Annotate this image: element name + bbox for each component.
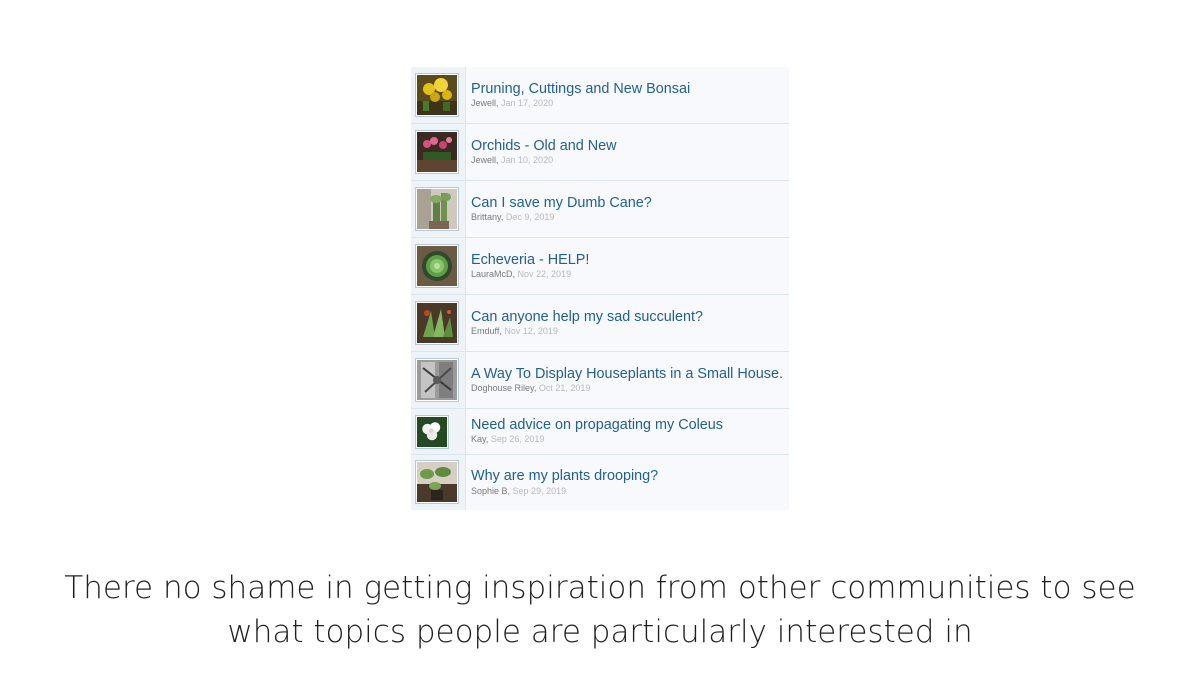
thread-title[interactable]: Echeveria - HELP! — [471, 252, 589, 268]
thumbnail-column — [411, 409, 466, 454]
echeveria-photo-icon — [417, 246, 457, 286]
succulent-photo-icon — [417, 303, 457, 343]
thread-meta: Brittany, Dec 9, 2019 — [471, 212, 555, 222]
thread-row[interactable]: Echeveria - HELP! LauraMcD, Nov 22, 2019 — [411, 238, 789, 295]
thread-author[interactable]: Sophie B — [471, 486, 508, 496]
thread-date: Oct 21, 2019 — [538, 383, 591, 393]
thread-author[interactable]: Jewell — [471, 155, 496, 165]
caption-text: There no shame in getting inspiration fr… — [0, 566, 1200, 654]
thumbnail-column — [411, 295, 466, 351]
thread-author[interactable]: LauraMcD — [471, 269, 513, 279]
thread-row[interactable]: A Way To Display Houseplants in a Small … — [411, 352, 789, 409]
thumbnail-column — [411, 181, 466, 237]
thread-author[interactable]: Jewell — [471, 98, 496, 108]
thread-date: Sep 29, 2019 — [512, 486, 567, 496]
thread-meta: Jewell, Jan 10, 2020 — [471, 155, 554, 165]
dumb-cane-photo-icon — [417, 189, 457, 229]
thread-thumbnail[interactable] — [415, 244, 459, 288]
thread-row[interactable]: Orchids - Old and New Jewell, Jan 10, 20… — [411, 124, 789, 181]
thread-row[interactable]: Can anyone help my sad succulent? Emduff… — [411, 295, 789, 352]
thread-row[interactable]: Why are my plants drooping? Sophie B, Se… — [411, 455, 789, 510]
drooping-plants-photo-icon — [417, 462, 457, 502]
thread-meta: LauraMcD, Nov 22, 2019 — [471, 269, 572, 279]
caption-line-2: what topics people are particularly inte… — [227, 614, 973, 650]
thread-thumbnail[interactable] — [415, 301, 459, 345]
thread-row[interactable]: Need advice on propagating my Coleus Kay… — [411, 409, 789, 455]
thread-date: Jan 17, 2020 — [501, 98, 554, 108]
thread-title[interactable]: Need advice on propagating my Coleus — [471, 417, 723, 433]
caption-line-1: There no shame in getting inspiration fr… — [64, 570, 1136, 606]
thread-thumbnail[interactable] — [415, 415, 449, 449]
thread-meta: Jewell, Jan 17, 2020 — [471, 98, 554, 108]
thread-list: Pruning, Cuttings and New Bonsai Jewell,… — [411, 67, 789, 510]
thread-title[interactable]: Why are my plants drooping? — [471, 468, 658, 484]
thread-date: Sep 26, 2019 — [490, 434, 545, 444]
thread-author[interactable]: Brittany — [471, 212, 501, 222]
thumbnail-column — [411, 455, 466, 510]
thumbnail-column — [411, 352, 466, 408]
thread-row[interactable]: Pruning, Cuttings and New Bonsai Jewell,… — [411, 67, 789, 124]
thread-title[interactable]: Can I save my Dumb Cane? — [471, 195, 652, 211]
thread-date: Jan 10, 2020 — [501, 155, 554, 165]
thread-author[interactable]: Emduff — [471, 326, 499, 336]
pink-orchids-photo-icon — [417, 132, 457, 172]
thread-author[interactable]: Kay — [471, 434, 486, 444]
thread-author[interactable]: Doghouse Riley — [471, 383, 534, 393]
thread-meta: Doghouse Riley, Oct 21, 2019 — [471, 383, 591, 393]
houseplant-display-photo-icon — [417, 360, 457, 400]
yellow-flowers-photo-icon — [417, 75, 457, 115]
thread-title[interactable]: A Way To Display Houseplants in a Small … — [471, 366, 783, 382]
thumbnail-column — [411, 67, 466, 123]
thread-meta: Kay, Sep 26, 2019 — [471, 434, 545, 444]
thread-thumbnail[interactable] — [415, 130, 459, 174]
thread-title[interactable]: Orchids - Old and New — [471, 138, 617, 154]
thread-meta: Sophie B, Sep 29, 2019 — [471, 486, 567, 496]
thread-thumbnail[interactable] — [415, 460, 459, 504]
thread-date: Nov 12, 2019 — [504, 326, 558, 336]
thread-date: Nov 22, 2019 — [517, 269, 572, 279]
thread-row[interactable]: Can I save my Dumb Cane? Brittany, Dec 9… — [411, 181, 789, 238]
thumbnail-column — [411, 124, 466, 180]
thread-title[interactable]: Pruning, Cuttings and New Bonsai — [471, 81, 690, 97]
thumbnail-column — [411, 238, 466, 294]
thread-title[interactable]: Can anyone help my sad succulent? — [471, 309, 703, 325]
thread-thumbnail[interactable] — [415, 358, 459, 402]
thread-meta: Emduff, Nov 12, 2019 — [471, 326, 558, 336]
thread-thumbnail[interactable] — [415, 73, 459, 117]
thread-thumbnail[interactable] — [415, 187, 459, 231]
white-flower-photo-icon — [417, 417, 447, 447]
thread-date: Dec 9, 2019 — [505, 212, 555, 222]
